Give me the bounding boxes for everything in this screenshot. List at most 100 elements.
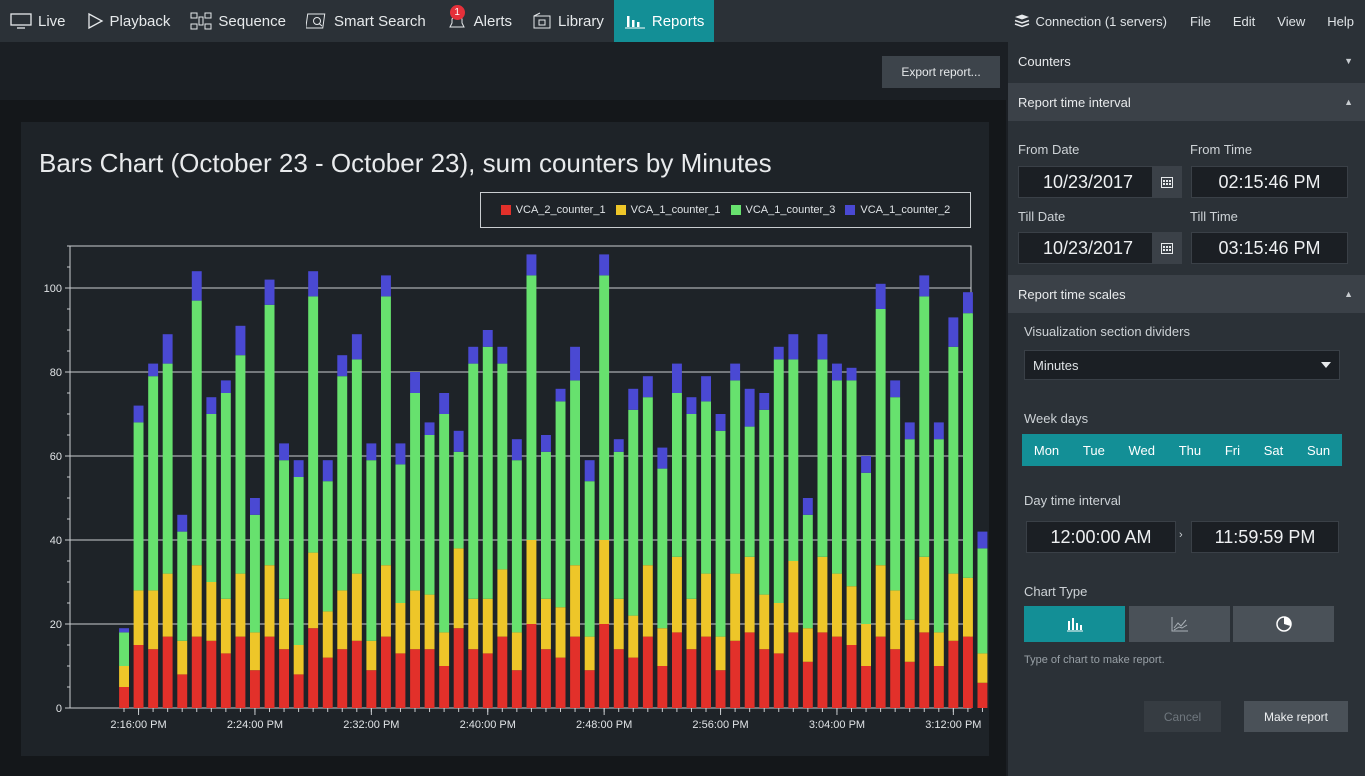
chart-type-lines-button[interactable] [1129, 606, 1230, 642]
bar-segment-vca-1-counter-3 [541, 451, 551, 599]
sequence-grid-icon [190, 12, 212, 30]
calendar-icon[interactable] [1152, 166, 1182, 198]
bar-segment-vca-1-counter-1 [875, 565, 886, 637]
from-time-field[interactable]: 02:15:46 PM [1191, 166, 1348, 198]
bar-segment-vca-1-counter-1 [963, 577, 973, 637]
menu-edit[interactable]: Edit [1222, 14, 1266, 29]
bar-segment-vca-1-counter-2 [701, 376, 711, 402]
weekdays-label: Week days [1024, 411, 1089, 426]
weekday-fri[interactable]: Fri [1221, 443, 1244, 458]
bar-segment-vca-1-counter-1 [526, 540, 537, 624]
bar-segment-vca-1-counter-3 [963, 313, 973, 578]
nav-library[interactable]: Library [522, 0, 614, 42]
calendar-icon[interactable] [1152, 232, 1182, 264]
bar-segment-vca-2-counter-1 [366, 670, 377, 708]
bar-segment-vca-1-counter-2 [657, 447, 668, 469]
interval-section-header[interactable]: Report time interval ▲ [1008, 83, 1365, 121]
bar-segment-vca-1-counter-1 [148, 590, 159, 650]
bar-segment-vca-1-counter-1 [861, 624, 871, 666]
weekday-sun[interactable]: Sun [1303, 443, 1334, 458]
y-tick-label: 0 [56, 703, 62, 715]
weekday-thu[interactable]: Thu [1175, 443, 1205, 458]
from-date-label: From Date [1018, 142, 1080, 157]
viz-dividers-label: Visualization section dividers [1024, 324, 1190, 339]
viz-dividers-select[interactable]: Minutes [1024, 350, 1340, 380]
bar-segment-vca-1-counter-2 [453, 430, 464, 452]
legend-label: VCA_1_counter_2 [860, 204, 951, 216]
till-time-field[interactable]: 03:15:46 PM [1191, 232, 1348, 264]
bar-segment-vca-1-counter-1 [235, 573, 246, 637]
bar-segment-vca-2-counter-1 [846, 645, 857, 708]
menu-view[interactable]: View [1266, 14, 1316, 29]
weekday-mon[interactable]: Mon [1030, 443, 1063, 458]
nav-smart-search[interactable]: Smart Search [296, 0, 436, 42]
nav-alerts-label: Alerts [473, 12, 513, 30]
nav-sequence-label: Sequence [218, 12, 286, 30]
legend-label: VCA_1_counter_1 [630, 204, 721, 216]
export-report-button[interactable]: Export report... [882, 56, 1000, 88]
bar-segment-vca-1-counter-3 [381, 296, 391, 566]
chart-type-pie-button[interactable] [1233, 606, 1334, 642]
bar-segment-vca-2-counter-1 [264, 636, 275, 708]
bar-segment-vca-1-counter-3 [846, 380, 857, 587]
bar-segment-vca-1-counter-2 [206, 397, 217, 414]
x-tick-label: 2:24:00 PM [227, 719, 283, 731]
bar-segment-vca-2-counter-1 [119, 687, 129, 708]
bar-segment-vca-1-counter-2 [526, 254, 537, 276]
nav-alerts[interactable]: 1 Alerts [436, 0, 522, 42]
menu-help[interactable]: Help [1316, 14, 1365, 29]
till-date-field[interactable]: 10/23/2017 [1018, 232, 1158, 264]
nav-reports[interactable]: Reports [613, 0, 715, 42]
weekday-wed[interactable]: Wed [1125, 443, 1160, 458]
nav-sequence[interactable]: Sequence [180, 0, 296, 42]
bar-segment-vca-1-counter-3 [686, 414, 697, 599]
connection-button[interactable]: Connection (1 servers) [1002, 14, 1179, 29]
chart-type-bars-button[interactable] [1024, 606, 1125, 642]
library-icon [533, 12, 551, 29]
bar-segment-vca-2-counter-1 [322, 657, 333, 708]
connection-label: Connection (1 servers) [1035, 13, 1167, 29]
day-start-field[interactable]: 12:00:00 AM [1026, 521, 1176, 553]
bar-segment-vca-1-counter-1 [948, 573, 959, 641]
bar-segment-vca-1-counter-1 [715, 636, 726, 671]
bar-segment-vca-1-counter-2 [832, 363, 842, 381]
bar-segment-vca-1-counter-2 [773, 346, 784, 360]
from-date-field[interactable]: 10/23/2017 [1018, 166, 1158, 198]
legend-label: VCA_2_counter_1 [515, 204, 606, 216]
make-report-button[interactable]: Make report [1244, 701, 1348, 732]
bar-segment-vca-2-counter-1 [817, 632, 828, 708]
cancel-button[interactable]: Cancel [1144, 701, 1221, 732]
y-tick-label: 20 [50, 619, 62, 631]
weekday-tue[interactable]: Tue [1079, 443, 1109, 458]
bar-segment-vca-1-counter-3 [599, 275, 610, 540]
x-tick-label: 2:56:00 PM [692, 719, 748, 731]
monitor-icon [10, 13, 32, 29]
bar-segment-vca-1-counter-1 [162, 573, 173, 637]
report-main-area: 0 20 40 60 80 100 2:16:00 PM 2:24:00 PM 2:32:00 … [0, 100, 1006, 776]
weekday-sat[interactable]: Sat [1260, 443, 1288, 458]
nav-live-label: Live [38, 12, 66, 30]
bar-segment-vca-1-counter-1 [351, 573, 362, 641]
counters-section-header[interactable]: Counters ▼ [1008, 42, 1365, 80]
menu-file[interactable]: File [1179, 14, 1222, 29]
chart-panel: 0 20 40 60 80 100 2:16:00 PM 2:24:00 PM 2:32:00 … [21, 122, 989, 756]
scales-section-header[interactable]: Report time scales ▲ [1008, 275, 1365, 313]
nav-playback[interactable]: Playback [76, 0, 181, 42]
bar-segment-vca-1-counter-2 [366, 443, 377, 461]
bar-segment-vca-2-counter-1 [701, 636, 711, 708]
bar-segment-vca-1-counter-2 [846, 367, 857, 381]
bar-segment-vca-1-counter-3 [802, 514, 813, 629]
bar-segment-vca-1-counter-3 [410, 393, 420, 591]
legend-item-vca1-counter3: VCA_1_counter_3 [730, 204, 835, 216]
bar-segment-vca-1-counter-3 [715, 430, 726, 637]
bar-segment-vca-1-counter-3 [948, 346, 959, 574]
bar-segment-vca-2-counter-1 [220, 653, 231, 708]
bar-segment-vca-1-counter-2 [541, 435, 551, 452]
nav-live[interactable]: Live [0, 0, 76, 42]
day-end-field[interactable]: 11:59:59 PM [1191, 521, 1339, 553]
y-tick-label: 40 [50, 535, 62, 547]
bar-segment-vca-1-counter-2 [802, 498, 813, 515]
bar-segment-vca-1-counter-1 [773, 603, 784, 654]
collapse-up-icon: ▲ [1344, 97, 1353, 107]
bar-segment-vca-2-counter-1 [642, 636, 653, 708]
